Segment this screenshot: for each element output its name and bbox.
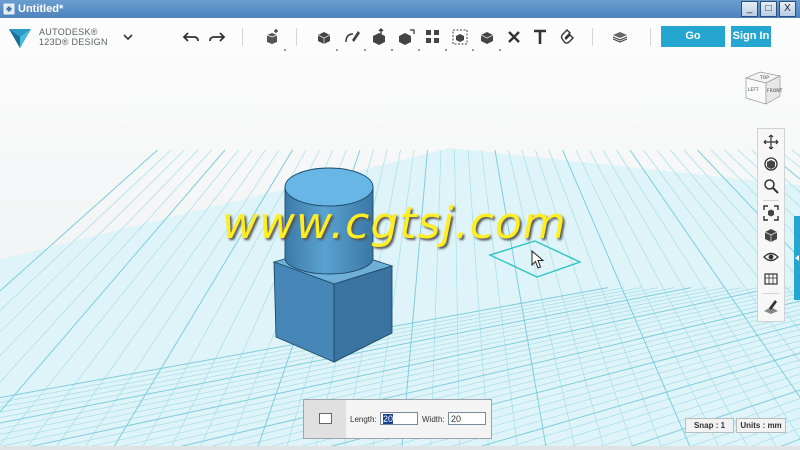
grid-settings-button[interactable] <box>761 296 781 316</box>
brand-line2: 123D® DESIGN <box>39 37 108 47</box>
grouping-button[interactable] <box>450 27 474 51</box>
zoom-button[interactable] <box>761 176 781 196</box>
views-button[interactable] <box>761 225 781 245</box>
maximize-button[interactable]: □ <box>760 1 777 17</box>
chevron-left-icon <box>795 255 799 261</box>
toolbar-separator <box>592 28 593 46</box>
window-title: Untitled* <box>18 3 64 15</box>
text-button[interactable] <box>530 27 550 47</box>
workplane-canvas[interactable] <box>0 56 800 450</box>
sketch-button[interactable] <box>342 27 366 51</box>
construct-button[interactable] <box>369 27 393 51</box>
pattern-icon <box>426 30 439 43</box>
snap-button[interactable] <box>557 27 577 47</box>
transform-button[interactable] <box>262 27 286 51</box>
material-button[interactable] <box>610 27 630 47</box>
pan-button[interactable] <box>761 132 781 152</box>
watermark-text: www.cgtsj.com <box>222 198 567 249</box>
width-label: Width: <box>422 415 445 424</box>
chevron-down-icon[interactable] <box>122 31 134 43</box>
delete-button[interactable] <box>504 27 524 47</box>
window-titlebar: Untitled* _ □ X <box>0 0 800 18</box>
brand-line1: AUTODESK® <box>39 27 98 37</box>
viewcube[interactable]: TOP LEFT FRONT <box>742 66 784 108</box>
snap-icon <box>560 29 574 44</box>
toolbar-separator <box>650 28 651 46</box>
app-icon <box>3 3 15 15</box>
undo-icon <box>182 32 199 42</box>
transform-icon <box>266 29 278 44</box>
fit-icon <box>763 205 779 221</box>
bottom-strip <box>0 446 800 450</box>
orbit-button[interactable] <box>761 154 781 174</box>
sketch-icon <box>345 31 360 43</box>
combine-icon <box>480 32 494 44</box>
visibility-button[interactable] <box>761 247 781 267</box>
width-input[interactable]: 20 <box>448 412 486 425</box>
zoom-icon <box>764 179 779 194</box>
snap-indicator[interactable]: Snap : 1 <box>685 418 734 433</box>
go-premium-button[interactable]: Go Premium <box>661 26 725 63</box>
close-icon <box>508 31 520 43</box>
pattern-button[interactable] <box>423 27 447 51</box>
construct-icon <box>373 28 385 45</box>
rectangle-shape-icon <box>319 413 332 424</box>
primitives-button[interactable] <box>314 27 338 51</box>
units-indicator[interactable]: Units : mm <box>736 418 786 433</box>
viewcube-top-label: TOP <box>759 75 769 81</box>
sign-in-button[interactable]: Sign In <box>731 26 771 47</box>
length-label: Length: <box>350 415 377 424</box>
toolbar-separator <box>242 28 243 46</box>
3d-viewport[interactable] <box>0 56 800 450</box>
navigation-bar <box>757 128 785 322</box>
fit-button[interactable] <box>761 203 781 223</box>
materials-outline-button[interactable] <box>761 269 781 289</box>
grouping-icon <box>452 29 468 45</box>
combine-button[interactable] <box>477 27 501 51</box>
eye-icon <box>763 252 779 262</box>
length-input[interactable]: 20 <box>380 412 418 425</box>
viewcube-front-label: FRONT <box>767 88 783 94</box>
modify-button[interactable] <box>396 27 420 51</box>
redo-button[interactable] <box>207 27 227 47</box>
text-icon <box>534 29 546 44</box>
modify-icon <box>399 29 415 45</box>
primitives-icon <box>317 32 331 44</box>
grid-settings-icon <box>764 300 778 314</box>
materials-outline-icon <box>764 273 778 285</box>
material-icon <box>612 32 628 43</box>
close-button[interactable]: X <box>779 1 796 17</box>
autodesk-logo-icon <box>9 29 31 48</box>
mouse-cursor-icon <box>531 250 545 269</box>
toolbar-separator <box>296 28 297 46</box>
redo-icon <box>209 32 226 42</box>
orbit-icon <box>764 157 778 171</box>
sketch-dimension-panel: Length: 20 Width: 20 <box>303 399 492 439</box>
undo-button[interactable] <box>181 27 201 47</box>
views-icon <box>764 229 778 242</box>
pan-icon <box>763 134 779 150</box>
minimize-button[interactable]: _ <box>741 1 758 17</box>
viewcube-left-label: LEFT <box>748 87 759 93</box>
